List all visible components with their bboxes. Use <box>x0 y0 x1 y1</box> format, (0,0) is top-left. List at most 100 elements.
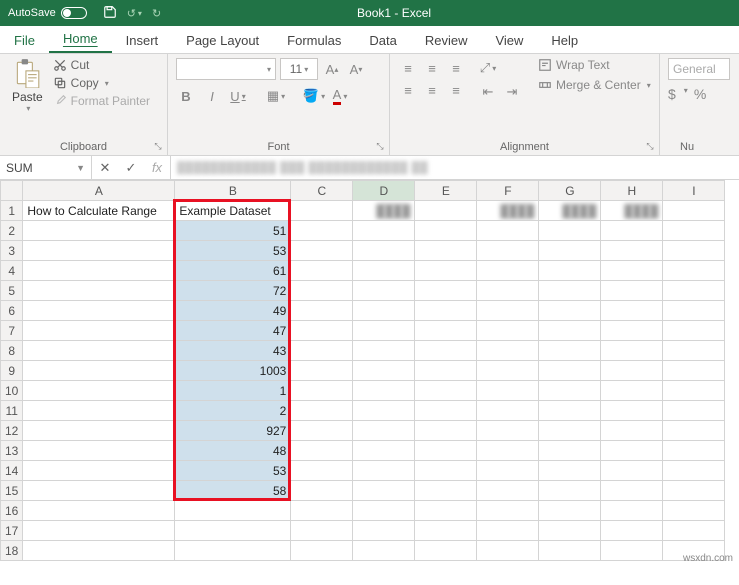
row-header-13[interactable]: 13 <box>1 441 23 461</box>
row-header-15[interactable]: 15 <box>1 481 23 501</box>
tab-review[interactable]: Review <box>411 28 482 53</box>
cell-C3[interactable] <box>291 241 353 261</box>
undo-icon[interactable]: ↺▾ <box>127 7 142 20</box>
cell-C9[interactable] <box>291 361 353 381</box>
cell-B6[interactable]: 49 <box>175 301 291 321</box>
cell-E18[interactable] <box>415 541 477 561</box>
align-top-icon[interactable]: ≡ <box>398 58 418 78</box>
cell-B2[interactable]: 51 <box>175 221 291 241</box>
cell-C8[interactable] <box>291 341 353 361</box>
font-color-icon[interactable]: A▾ <box>330 86 350 106</box>
cell-C15[interactable] <box>291 481 353 501</box>
cell-E6[interactable] <box>415 301 477 321</box>
row-header-16[interactable]: 16 <box>1 501 23 521</box>
cell-F4[interactable] <box>477 261 539 281</box>
paste-button[interactable]: Paste ▾ <box>8 58 47 113</box>
cell-E8[interactable] <box>415 341 477 361</box>
tab-help[interactable]: Help <box>537 28 592 53</box>
cell-H12[interactable] <box>601 421 663 441</box>
fx-icon[interactable]: fx <box>144 160 170 175</box>
cell-I5[interactable] <box>663 281 725 301</box>
cell-G13[interactable] <box>539 441 601 461</box>
cell-G2[interactable] <box>539 221 601 241</box>
cell-E9[interactable] <box>415 361 477 381</box>
row-header-18[interactable]: 18 <box>1 541 23 561</box>
cell-D8[interactable] <box>353 341 415 361</box>
cell-C12[interactable] <box>291 421 353 441</box>
font-size-select[interactable]: 11▾ <box>280 58 318 80</box>
cell-F3[interactable] <box>477 241 539 261</box>
font-name-select[interactable]: ▾ <box>176 58 276 80</box>
number-format-select[interactable]: General <box>668 58 730 80</box>
cell-D6[interactable] <box>353 301 415 321</box>
cell-E15[interactable] <box>415 481 477 501</box>
cell-B13[interactable]: 48 <box>175 441 291 461</box>
cell-A10[interactable] <box>23 381 175 401</box>
cell-H15[interactable] <box>601 481 663 501</box>
cell-C2[interactable] <box>291 221 353 241</box>
row-header-10[interactable]: 10 <box>1 381 23 401</box>
decrease-indent-icon[interactable]: ⇤ <box>478 82 498 102</box>
cell-C18[interactable] <box>291 541 353 561</box>
column-header-C[interactable]: C <box>291 181 353 201</box>
cell-I1[interactable] <box>663 201 725 221</box>
cell-F12[interactable] <box>477 421 539 441</box>
cell-H13[interactable] <box>601 441 663 461</box>
cell-C16[interactable] <box>291 501 353 521</box>
cell-H5[interactable] <box>601 281 663 301</box>
align-right-icon[interactable]: ≡ <box>446 80 466 100</box>
row-header-5[interactable]: 5 <box>1 281 23 301</box>
cell-C6[interactable] <box>291 301 353 321</box>
cell-I17[interactable] <box>663 521 725 541</box>
cell-I8[interactable] <box>663 341 725 361</box>
cell-B4[interactable]: 61 <box>175 261 291 281</box>
enter-formula-icon[interactable]: ✓ <box>118 160 144 176</box>
cell-H10[interactable] <box>601 381 663 401</box>
dialog-launcher-icon[interactable]: ⤡ <box>152 140 164 152</box>
cell-I4[interactable] <box>663 261 725 281</box>
cell-E13[interactable] <box>415 441 477 461</box>
cell-D9[interactable] <box>353 361 415 381</box>
cell-A17[interactable] <box>23 521 175 541</box>
cell-F13[interactable] <box>477 441 539 461</box>
redo-icon[interactable]: ↻ <box>152 7 161 20</box>
cell-B16[interactable] <box>175 501 291 521</box>
cell-G8[interactable] <box>539 341 601 361</box>
tab-page-layout[interactable]: Page Layout <box>172 28 273 53</box>
cell-D13[interactable] <box>353 441 415 461</box>
autosave-toggle[interactable]: AutoSave <box>0 7 95 19</box>
cell-I10[interactable] <box>663 381 725 401</box>
cell-H14[interactable] <box>601 461 663 481</box>
cell-I3[interactable] <box>663 241 725 261</box>
cell-A6[interactable] <box>23 301 175 321</box>
column-header-D[interactable]: D <box>353 181 415 201</box>
currency-icon[interactable]: $ <box>668 86 676 102</box>
cell-D11[interactable] <box>353 401 415 421</box>
cell-F14[interactable] <box>477 461 539 481</box>
increase-indent-icon[interactable]: ⇥ <box>502 82 522 102</box>
cell-G4[interactable] <box>539 261 601 281</box>
cell-F11[interactable] <box>477 401 539 421</box>
decrease-font-icon[interactable]: A▾ <box>346 59 366 79</box>
cell-A18[interactable] <box>23 541 175 561</box>
cell-F18[interactable] <box>477 541 539 561</box>
cell-B18[interactable] <box>175 541 291 561</box>
cell-H17[interactable] <box>601 521 663 541</box>
cell-G9[interactable] <box>539 361 601 381</box>
cell-H4[interactable] <box>601 261 663 281</box>
row-header-6[interactable]: 6 <box>1 301 23 321</box>
cell-D1[interactable]: ████ <box>353 201 415 221</box>
cell-B10[interactable]: 1 <box>175 381 291 401</box>
cut-button[interactable]: Cut <box>53 58 159 72</box>
cell-F2[interactable] <box>477 221 539 241</box>
cell-I14[interactable] <box>663 461 725 481</box>
row-header-3[interactable]: 3 <box>1 241 23 261</box>
cell-A15[interactable] <box>23 481 175 501</box>
cell-G5[interactable] <box>539 281 601 301</box>
cell-B14[interactable]: 53 <box>175 461 291 481</box>
cell-H18[interactable] <box>601 541 663 561</box>
cell-D4[interactable] <box>353 261 415 281</box>
increase-font-icon[interactable]: A▴ <box>322 59 342 79</box>
cell-E3[interactable] <box>415 241 477 261</box>
cell-I13[interactable] <box>663 441 725 461</box>
